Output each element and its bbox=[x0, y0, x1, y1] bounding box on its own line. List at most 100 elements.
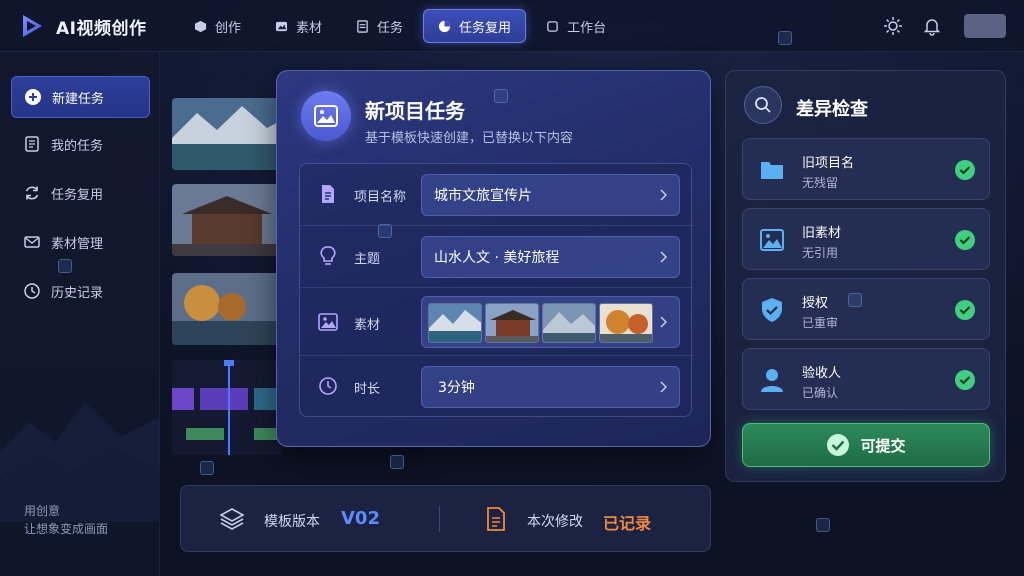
check-card-acceptor: 验收人 已确认 bbox=[742, 348, 990, 410]
duration-label: 时长 bbox=[354, 382, 381, 397]
clock-icon bbox=[319, 377, 337, 395]
check-status: 已确认 bbox=[802, 386, 839, 400]
chevron-right-icon bbox=[660, 251, 667, 263]
change-label: 本次修改 bbox=[527, 514, 583, 530]
sidebar-item-label: 新建任务 bbox=[52, 91, 105, 107]
nav-workbench-label: 工作台 bbox=[567, 20, 607, 36]
check-status: 无残留 bbox=[802, 176, 839, 190]
sidebar-item-history[interactable]: 历史记录 bbox=[11, 270, 150, 312]
play-logo-icon bbox=[23, 15, 42, 37]
project-name-label: 项目名称 bbox=[354, 190, 407, 205]
material-thumb-temple[interactable] bbox=[485, 303, 539, 343]
sidebar-item-new-task[interactable]: 新建任务 bbox=[11, 76, 150, 118]
check-status: 无引用 bbox=[802, 246, 839, 260]
picture-icon bbox=[314, 105, 338, 127]
thumbnail-lake[interactable] bbox=[172, 98, 282, 170]
materials-field[interactable] bbox=[421, 296, 680, 348]
watermark-mark bbox=[200, 461, 214, 475]
theme-value: 山水人文 · 美好旅程 bbox=[434, 250, 560, 266]
bulb-icon bbox=[320, 246, 336, 265]
nav-tasks[interactable]: 任务 bbox=[342, 9, 417, 43]
nav-task-reuse[interactable]: 任务复用 bbox=[423, 9, 527, 43]
square-icon bbox=[547, 20, 558, 32]
theme-label: 主题 bbox=[354, 252, 381, 267]
chevron-right-icon bbox=[660, 381, 667, 393]
brand[interactable]: AI视频创作 bbox=[18, 12, 146, 40]
theme-field[interactable]: 山水人文 · 美好旅程 bbox=[421, 236, 680, 278]
folder-icon bbox=[761, 162, 783, 179]
timeline-tracks bbox=[172, 360, 282, 455]
pie-icon bbox=[438, 20, 451, 32]
chevron-right-icon bbox=[660, 316, 667, 328]
check-title: 旧素材 bbox=[802, 226, 842, 241]
nav-create[interactable]: 创作 bbox=[180, 9, 255, 43]
watermark-mark bbox=[848, 293, 862, 307]
check-card-old-project-name: 旧项目名 无残留 bbox=[742, 138, 990, 200]
thumbnail-temple[interactable] bbox=[172, 184, 282, 256]
materials-label: 素材 bbox=[354, 318, 381, 333]
autumn-lake-image bbox=[172, 273, 282, 345]
submit-button[interactable]: 可提交 bbox=[742, 423, 990, 467]
slogan-line-1: 用创意 bbox=[24, 504, 61, 518]
check-title: 验收人 bbox=[802, 366, 842, 381]
search-button[interactable] bbox=[744, 86, 782, 124]
timeline-preview bbox=[172, 360, 282, 455]
material-thumb-autumn[interactable] bbox=[599, 303, 653, 343]
submit-label: 可提交 bbox=[860, 436, 906, 455]
file-icon bbox=[322, 185, 334, 203]
modal-image-icon bbox=[301, 91, 351, 141]
sidebar-item-my-tasks[interactable]: 我的任务 bbox=[11, 123, 150, 165]
nav-materials-label: 素材 bbox=[296, 20, 323, 36]
cube-icon bbox=[194, 20, 207, 32]
shield-check-icon bbox=[762, 298, 782, 322]
document-edit-icon bbox=[487, 507, 505, 531]
material-thumb-mountain[interactable] bbox=[542, 303, 596, 343]
check-circle-icon bbox=[955, 370, 975, 390]
lake-mountain-image bbox=[172, 98, 282, 170]
form-row-theme: 主题 山水人文 · 美好旅程 bbox=[300, 226, 693, 288]
image-icon bbox=[275, 21, 288, 31]
sidebar-item-materials[interactable]: 素材管理 bbox=[11, 221, 150, 263]
project-name-field[interactable]: 城市文旅宣传片 bbox=[421, 174, 680, 216]
watermark-mark bbox=[378, 224, 392, 238]
nav-task-reuse-label: 任务复用 bbox=[459, 20, 512, 36]
form-row-materials: 素材 bbox=[300, 288, 693, 356]
person-icon bbox=[761, 369, 783, 392]
check-title: 旧项目名 bbox=[802, 156, 855, 171]
sidebar: 新建任务 我的任务 任务复用 素材管理 历史记录 用创意 让想象变成画面 bbox=[0, 52, 160, 576]
duration-field[interactable]: 3分钟 bbox=[421, 366, 680, 408]
sidebar-item-label: 我的任务 bbox=[51, 138, 104, 154]
sun-icon[interactable] bbox=[883, 16, 903, 36]
app-name: AI视频创作 bbox=[56, 18, 147, 39]
watermark-mark bbox=[390, 455, 404, 469]
plus-circle-icon bbox=[25, 89, 41, 105]
change-status: 已记录 bbox=[603, 514, 652, 533]
new-task-modal: 新项目任务 基于模板快速创建，已替换以下内容 项目名称 城市文旅宣传片 主题 山… bbox=[276, 70, 711, 447]
top-nav: 创作 素材 任务 任务复用 工作台 bbox=[180, 9, 620, 43]
mail-icon bbox=[24, 236, 40, 248]
document-icon bbox=[25, 136, 39, 152]
diff-check-panel: 差异检查 旧项目名 无残留 旧素材 无引用 授权 已重审 验收人 已确认 可提交 bbox=[725, 70, 1006, 482]
sidebar-item-label: 素材管理 bbox=[51, 236, 104, 252]
avatar[interactable] bbox=[964, 14, 1006, 38]
material-thumb-lake[interactable] bbox=[428, 303, 482, 343]
thumbnail-autumn[interactable] bbox=[172, 273, 282, 345]
bottom-info-bar: 模板版本 V02 本次修改 已记录 bbox=[180, 485, 711, 552]
temple-image bbox=[172, 184, 282, 256]
nav-workbench[interactable]: 工作台 bbox=[532, 9, 620, 43]
divider bbox=[439, 506, 440, 532]
check-status: 已重审 bbox=[802, 316, 839, 330]
image-icon bbox=[318, 313, 338, 331]
template-version-label: 模板版本 bbox=[264, 514, 320, 530]
watermark-mark bbox=[778, 31, 792, 45]
sidebar-item-task-reuse[interactable]: 任务复用 bbox=[11, 172, 150, 214]
checklist-icon bbox=[357, 19, 368, 33]
bell-icon[interactable] bbox=[922, 16, 942, 36]
nav-materials[interactable]: 素材 bbox=[261, 9, 336, 43]
template-version-value: V02 bbox=[341, 508, 380, 529]
search-icon bbox=[755, 97, 771, 113]
nav-create-label: 创作 bbox=[215, 20, 242, 36]
layers-icon bbox=[219, 508, 245, 530]
check-circle-icon bbox=[827, 434, 850, 456]
check-card-authorization: 授权 已重审 bbox=[742, 278, 990, 340]
